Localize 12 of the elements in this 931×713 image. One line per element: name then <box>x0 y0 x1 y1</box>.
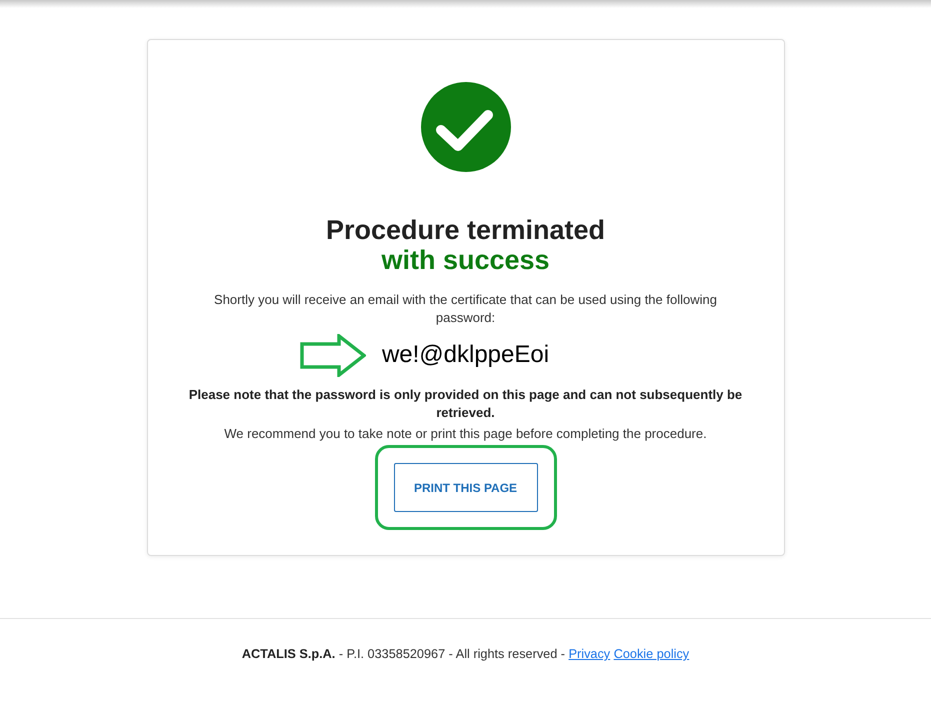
warning-text: Please note that the password is only provided on this page and can not subsequently be retrieved. <box>188 386 744 422</box>
message-text: Shortly you will receive an email with the certificate that can be used using the following password: <box>213 291 718 327</box>
heading-text: Procedure terminated <box>326 215 606 245</box>
footer-text: ACTALIS S.p.A. - P.I. 03358520967 - All rights reserved - Privacy Cookie policy <box>242 646 690 663</box>
footer-link[interactable]: Cookie policy <box>614 647 690 661</box>
footer-link[interactable]: Privacy <box>568 647 610 661</box>
check-circle-icon <box>420 82 510 172</box>
print-button[interactable]: PRINT THIS PAGE <box>394 463 538 512</box>
arrow-icon <box>300 334 366 377</box>
password-text: we!@dklppeEoi <box>382 341 550 369</box>
heading-highlight: with success <box>381 245 550 275</box>
recommendation-text: We recommend you to take note or print this page before completing the procedure. <box>224 425 707 443</box>
